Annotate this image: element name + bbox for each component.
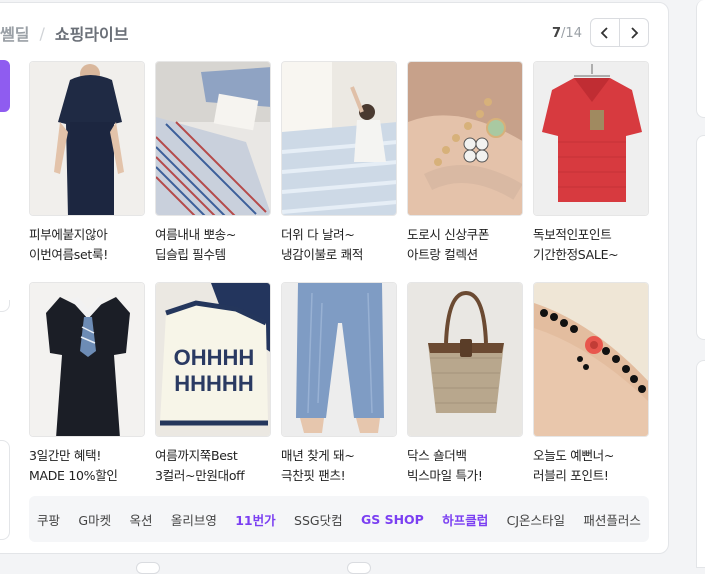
product-card[interactable]: OHHHH HHHHH 여름까지쭉Best 3컬러~만원대off <box>155 282 271 486</box>
product-image[interactable] <box>281 61 397 216</box>
product-card[interactable]: 매년 찾게 돼~ 극찬핏 팬츠! <box>281 282 397 486</box>
next-page-button[interactable] <box>619 18 649 47</box>
svg-text:OHHHH: OHHHH <box>174 345 255 370</box>
product-card[interactable]: 독보적인포인트 기간한정SALE~ <box>533 61 649 265</box>
shop-link-oliveyoung[interactable]: 올리브영 <box>171 510 217 529</box>
shop-link-cjonstyle[interactable]: CJ온스타일 <box>507 510 565 529</box>
current-page: 7 <box>552 25 562 41</box>
left-panel-edge-bottom <box>0 440 10 540</box>
page-indicator: 7/14 <box>552 20 582 46</box>
bottom-pill <box>136 562 160 574</box>
product-subtitle[interactable]: 빅스마일 특가! <box>407 466 523 486</box>
shop-link-fashionplus[interactable]: 패션플러스 <box>583 510 641 529</box>
product-subtitle[interactable]: 기간한정SALE~ <box>533 245 649 265</box>
shop-link-ssg[interactable]: SSG닷컴 <box>294 510 343 529</box>
product-title[interactable]: 더위 다 날려~ <box>281 225 397 245</box>
right-panel-edge <box>696 360 705 568</box>
product-subtitle[interactable]: 아트랑 컬렉션 <box>407 245 523 265</box>
product-card[interactable]: 더위 다 날려~ 냉감이불로 쾌적 <box>281 61 397 265</box>
product-image[interactable]: OHHHH HHHHH <box>155 282 271 437</box>
product-image[interactable] <box>533 61 649 216</box>
right-panel-edge <box>696 0 705 118</box>
shop-link-coupang[interactable]: 쿠팡 <box>37 510 60 529</box>
product-image[interactable] <box>281 282 397 437</box>
shop-link-gsshop[interactable]: GS SHOP <box>361 512 424 527</box>
product-card[interactable]: 피부에붙지않아 이번여름set룩! <box>29 61 145 265</box>
svg-text:HHHHH: HHHHH <box>174 371 253 396</box>
left-tab-accent[interactable] <box>0 60 10 112</box>
product-title[interactable]: 독보적인포인트 <box>533 225 649 245</box>
product-subtitle[interactable]: 이번여름set룩! <box>29 245 145 265</box>
product-subtitle[interactable]: 딥슬립 필수템 <box>155 245 271 265</box>
prev-page-button[interactable] <box>590 18 620 47</box>
product-image[interactable] <box>29 61 145 216</box>
product-subtitle[interactable]: 3컬러~만원대off <box>155 466 271 486</box>
product-card[interactable]: 여름내내 뽀송~ 딥슬립 필수템 <box>155 61 271 265</box>
product-title[interactable]: 오늘도 예뻔너~ <box>533 446 649 466</box>
product-subtitle[interactable]: 냉감이불로 쾌적 <box>281 245 397 265</box>
product-title[interactable]: 여름까지쭉Best <box>155 446 271 466</box>
bottom-pill <box>347 562 371 574</box>
shop-link-gmarket[interactable]: G마켓 <box>78 510 111 529</box>
product-image[interactable] <box>29 282 145 437</box>
tab-shopping-live[interactable]: 쇼핑라이브 <box>55 21 129 45</box>
chevron-right-icon <box>631 26 639 39</box>
shop-link-11st[interactable]: 11번가 <box>235 510 275 529</box>
shop-links-bar: 쿠팡 G마켓 옥션 올리브영 11번가 SSG닷컴 GS SHOP 하프클럽 C… <box>29 496 649 542</box>
product-subtitle[interactable]: MADE 10%할인 <box>29 466 145 486</box>
shop-link-halfclub[interactable]: 하프클럽 <box>442 510 488 529</box>
product-title[interactable]: 매년 찾게 돼~ <box>281 446 397 466</box>
product-title[interactable]: 3일간만 혜택! <box>29 446 145 466</box>
tab-prev-section[interactable]: 쎌딜 <box>0 21 29 45</box>
chevron-left-icon <box>600 26 608 39</box>
product-subtitle[interactable]: 극찬핏 팬츠! <box>281 466 397 486</box>
shop-link-auction[interactable]: 옥션 <box>129 510 152 529</box>
product-subtitle[interactable]: 러블리 포인트! <box>533 466 649 486</box>
product-image[interactable] <box>533 282 649 437</box>
breadcrumb-separator: / <box>39 23 45 43</box>
product-title[interactable]: 닥스 숄더백 <box>407 446 523 466</box>
product-title[interactable]: 도로시 신상쿠폰 <box>407 225 523 245</box>
product-card[interactable]: 도로시 신상쿠폰 아트랑 컬렉션 <box>407 61 523 265</box>
product-card[interactable]: 3일간만 혜택! MADE 10%할인 <box>29 282 145 486</box>
product-card[interactable]: 닥스 숄더백 빅스마일 특가! <box>407 282 523 486</box>
section-breadcrumb: 쎌딜 / 쇼핑라이브 <box>0 20 128 46</box>
product-image[interactable] <box>407 282 523 437</box>
product-image[interactable] <box>407 61 523 216</box>
product-title[interactable]: 피부에붙지않아 <box>29 225 145 245</box>
right-panel-edge <box>696 135 705 340</box>
product-image[interactable] <box>155 61 271 216</box>
product-card[interactable]: 오늘도 예뻔너~ 러블리 포인트! <box>533 282 649 486</box>
product-title[interactable]: 여름내내 뽀송~ <box>155 225 271 245</box>
total-pages: /14 <box>561 25 582 41</box>
